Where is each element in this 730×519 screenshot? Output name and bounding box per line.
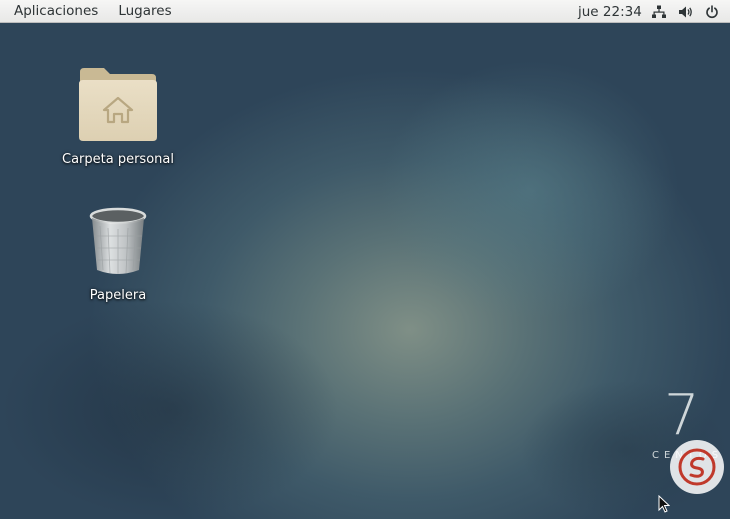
desktop: Aplicaciones Lugares jue 22:34 Carpeta p… [0,0,730,519]
clock[interactable]: jue 22:34 [578,0,642,23]
wallpaper-glow [380,60,680,320]
power-icon[interactable] [704,4,720,20]
trash-icon [86,206,150,282]
desktop-icon-home-folder[interactable]: Carpeta personal [58,64,178,167]
desktop-icon-trash[interactable]: Papelera [58,206,178,303]
centos-version-number: 7 [664,383,700,448]
mouse-pointer-icon [658,494,671,513]
desktop-icon-label: Papelera [89,288,147,303]
home-folder-icon [78,64,158,146]
network-icon[interactable] [651,4,667,20]
watermark-logo-icon [670,440,724,494]
top-panel: Aplicaciones Lugares jue 22:34 [0,0,730,23]
wallpaper-shade [0,300,340,519]
desktop-icon-label: Carpeta personal [62,152,174,167]
volume-icon[interactable] [677,4,693,20]
places-menu[interactable]: Lugares [108,0,181,23]
applications-menu[interactable]: Aplicaciones [4,0,108,23]
